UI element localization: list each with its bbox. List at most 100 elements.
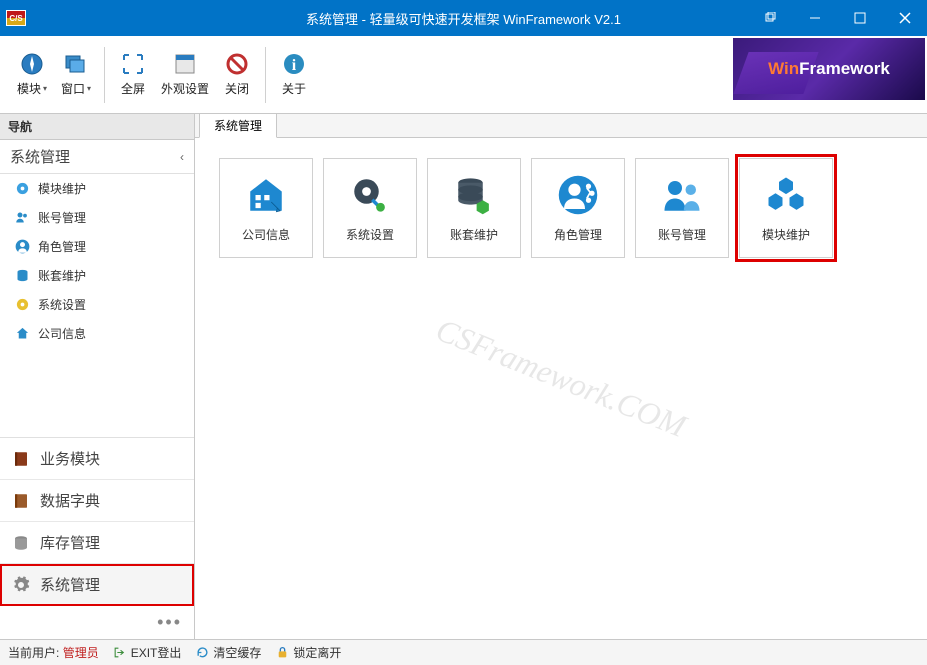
separator <box>265 47 266 103</box>
tile-company-info[interactable]: 公司信息 <box>219 158 313 258</box>
nav-item-label: 账套维护 <box>38 267 86 284</box>
tile-label: 系统设置 <box>346 226 394 243</box>
module-label: 模块 <box>17 80 41 97</box>
nav-item-label: 角色管理 <box>38 238 86 255</box>
collapse-icon[interactable]: ‹ <box>180 150 184 164</box>
banner-framework: Framework <box>799 59 890 78</box>
nav-item-label: 模块维护 <box>38 180 86 197</box>
nav-item-company[interactable]: 公司信息 <box>0 319 194 348</box>
nav-section-label: 系统管理 <box>10 146 70 167</box>
compass-icon <box>20 52 44 76</box>
lock-label: 锁定离开 <box>293 644 341 661</box>
nav-section-header[interactable]: 系统管理 ‹ <box>0 140 194 174</box>
brand-banner: WinFramework <box>733 38 925 100</box>
refresh-icon <box>195 646 209 660</box>
tile-label: 账套维护 <box>450 226 498 243</box>
tab-strip: 系统管理 <box>195 114 927 138</box>
nav-item-role[interactable]: 角色管理 <box>0 232 194 261</box>
tile-module-maintain[interactable]: 模块维护 <box>739 158 833 258</box>
nav-cat-system[interactable]: 系统管理 <box>0 564 194 606</box>
tile-label: 模块维护 <box>762 226 810 243</box>
cubes-icon <box>765 174 807 216</box>
close-label: 关闭 <box>225 80 249 97</box>
windows-icon <box>64 52 88 76</box>
gear-gray-icon <box>12 576 30 594</box>
restore-down-button[interactable] <box>747 0 792 36</box>
gear-icon <box>14 181 30 197</box>
book-icon <box>12 492 30 510</box>
dropdown-icon: ▾ <box>87 84 91 93</box>
user-name: 管理员 <box>63 646 99 660</box>
skin-icon <box>173 52 197 76</box>
exit-icon <box>113 646 127 660</box>
nav-item-ledger[interactable]: 账套维护 <box>0 261 194 290</box>
nav-item-settings[interactable]: 系统设置 <box>0 290 194 319</box>
current-user: 当前用户: 管理员 <box>8 644 99 661</box>
nav-cat-label: 系统管理 <box>40 574 100 595</box>
close-tab-button[interactable]: 关闭 <box>217 50 257 99</box>
lock-button[interactable]: 锁定离开 <box>275 644 341 661</box>
clear-cache-label: 清空缓存 <box>213 644 261 661</box>
tile-grid: 公司信息 系统设置 账套维护 <box>219 158 903 258</box>
window-title: 系统管理 - 轻量级可快速开发框架 WinFramework V2.1 <box>306 9 621 28</box>
module-button[interactable]: 模块▾ <box>12 50 52 99</box>
close-button[interactable] <box>882 0 927 36</box>
person-share-icon <box>557 174 599 216</box>
user-label: 当前用户: <box>8 646 59 660</box>
minimize-button[interactable] <box>792 0 837 36</box>
users-icon <box>661 174 703 216</box>
nav-item-label: 系统设置 <box>38 296 86 313</box>
maximize-button[interactable] <box>837 0 882 36</box>
nav-panel-title: 导航 <box>0 114 194 140</box>
info-icon: i <box>282 52 306 76</box>
database-cube-icon <box>453 174 495 216</box>
nav-item-module-maintain[interactable]: 模块维护 <box>0 174 194 203</box>
banner-win: Win <box>768 59 799 78</box>
nav-cat-inventory[interactable]: 库存管理 <box>0 522 194 564</box>
nav-cat-business[interactable]: 业务模块 <box>0 438 194 480</box>
tab-system[interactable]: 系统管理 <box>199 113 277 138</box>
fullscreen-button[interactable]: 全屏 <box>113 50 153 99</box>
nav-items: 模块维护 账号管理 角色管理 账套维护 系统设置 公司信息 <box>0 174 194 437</box>
window-label: 窗口 <box>61 80 85 97</box>
dropdown-icon: ▾ <box>43 84 47 93</box>
gear-tools-icon <box>349 174 391 216</box>
watermark: CSFramework.COM <box>431 312 691 446</box>
forbidden-icon <box>225 52 249 76</box>
fullscreen-label: 全屏 <box>121 80 145 97</box>
nav-item-account[interactable]: 账号管理 <box>0 203 194 232</box>
tile-label: 角色管理 <box>554 226 602 243</box>
tile-label: 账号管理 <box>658 226 706 243</box>
about-button[interactable]: i 关于 <box>274 50 314 99</box>
lock-icon <box>275 646 289 660</box>
content-area: 系统管理 公司信息 系统设置 <box>195 114 927 639</box>
users-icon <box>14 210 30 226</box>
database-gray-icon <box>12 534 30 552</box>
nav-more-button[interactable]: ••• <box>0 606 194 639</box>
gear-yellow-icon <box>14 297 30 313</box>
tile-role-management[interactable]: 角色管理 <box>531 158 625 258</box>
house-edit-icon <box>245 174 287 216</box>
skin-button[interactable]: 外观设置 <box>157 50 213 99</box>
svg-text:i: i <box>292 57 297 74</box>
window-controls <box>747 0 927 36</box>
exit-button[interactable]: EXIT登出 <box>113 644 182 661</box>
separator <box>104 47 105 103</box>
person-icon <box>14 239 30 255</box>
exit-label: EXIT登出 <box>131 644 182 661</box>
tile-ledger-maintain[interactable]: 账套维护 <box>427 158 521 258</box>
nav-cat-datadict[interactable]: 数据字典 <box>0 480 194 522</box>
ribbon-toolbar: 模块▾ 窗口▾ 全屏 外观设置 关闭 <box>0 36 927 114</box>
nav-item-label: 公司信息 <box>38 325 86 342</box>
house-icon <box>14 326 30 342</box>
about-label: 关于 <box>282 80 306 97</box>
tile-system-settings[interactable]: 系统设置 <box>323 158 417 258</box>
nav-cat-label: 数据字典 <box>40 490 100 511</box>
nav-item-label: 账号管理 <box>38 209 86 226</box>
clear-cache-button[interactable]: 清空缓存 <box>195 644 261 661</box>
nav-cat-label: 库存管理 <box>40 532 100 553</box>
fullscreen-icon <box>121 52 145 76</box>
window-button[interactable]: 窗口▾ <box>56 50 96 99</box>
tile-account-management[interactable]: 账号管理 <box>635 158 729 258</box>
tile-label: 公司信息 <box>242 226 290 243</box>
